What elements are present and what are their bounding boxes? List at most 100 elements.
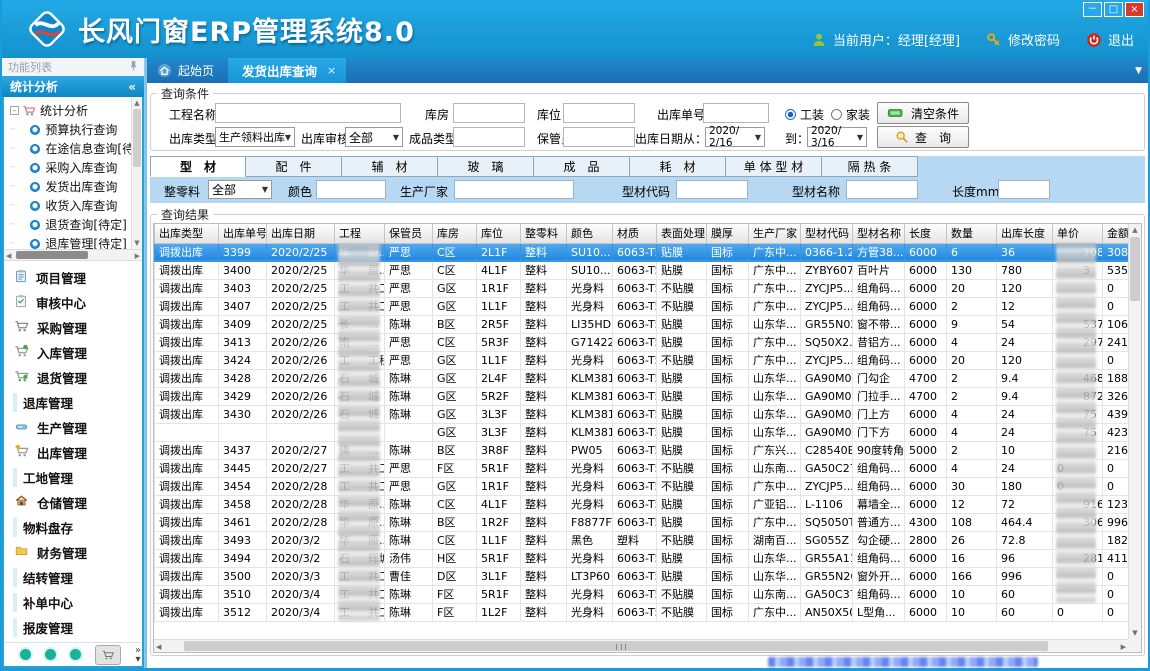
warehouse-input[interactable]	[453, 103, 525, 123]
sidebar-section-header[interactable]: 统计分析 «	[2, 76, 144, 97]
length-input[interactable]	[998, 180, 1050, 199]
tree-item[interactable]: ┈预算执行查询	[10, 120, 142, 139]
column-header[interactable]: 库位	[477, 224, 521, 243]
tab-overflow-icon[interactable]: ▼	[1135, 66, 1142, 76]
column-header[interactable]: 单价	[1053, 224, 1103, 243]
sidebar-item-报废管理[interactable]: 报废管理	[14, 617, 142, 637]
column-header[interactable]: 出库长度	[997, 224, 1053, 243]
table-row[interactable]: 调拨出库34302020/2/26石城陈琳G区3L3F整料KLM38176063…	[155, 405, 1129, 423]
column-header[interactable]: 出库日期	[267, 224, 335, 243]
tree-item[interactable]: ┈在途信息查询[待	[10, 139, 142, 158]
keeper-input[interactable]	[563, 127, 635, 147]
column-header[interactable]: 出库类型	[155, 224, 219, 243]
tab-close-icon[interactable]: ×	[327, 64, 336, 77]
whole-part-select[interactable]: 全部▼	[208, 180, 272, 199]
table-row[interactable]: 调拨出库34542020/2/28工共工程严思G区1R1F整料光身料6063-T…	[155, 477, 1129, 495]
material-tab-8[interactable]: 隔 热 条	[822, 156, 918, 177]
clear-conditions-button[interactable]: 清空条件	[877, 102, 969, 124]
table-row[interactable]: 调拨出库34242020/2/26工工程严思G区1L1F整料光身料6063-T5…	[155, 351, 1129, 369]
location-input[interactable]	[563, 103, 635, 123]
table-row[interactable]: 调拨出库34452020/2/27工共工程严思F区5R1F整料光身料6063-T…	[155, 459, 1129, 477]
close-button[interactable]: ×	[1125, 2, 1144, 17]
project-name-input[interactable]	[215, 103, 401, 123]
column-header[interactable]: 保管员	[385, 224, 433, 243]
tab-home[interactable]: 起始页	[147, 58, 228, 83]
tree-item[interactable]: ┈收货入库查询	[10, 196, 142, 215]
table-row[interactable]: G区3L3F整料KLM38176063-T5贴膜国标山东华...GA90M09.…	[155, 423, 1129, 441]
pin-icon[interactable]	[129, 60, 138, 74]
sidebar-item-审核中心[interactable]: 审核中心	[14, 293, 142, 313]
material-tab-7[interactable]: 单 体 型 材	[726, 156, 822, 177]
table-row[interactable]: 调拨出库34132020/2/26南...严思C区5R3F整料G71422606…	[155, 333, 1129, 351]
column-header[interactable]: 膜厚	[707, 224, 749, 243]
table-row[interactable]: 调拨出库34282020/2/26石城陈琳G区2L4F整料KLM38176063…	[155, 369, 1129, 387]
material-tab-2[interactable]: 配 件	[246, 156, 342, 177]
sidebar-item-项目管理[interactable]: 项目管理	[14, 268, 142, 288]
column-header[interactable]: 库房	[433, 224, 477, 243]
sidebar-item-入库管理[interactable]: 入库管理	[14, 343, 142, 363]
profile-name-input[interactable]	[846, 180, 918, 199]
search-button[interactable]: 查 询	[877, 126, 969, 148]
cart-button[interactable]	[95, 645, 121, 665]
table-row[interactable]: 调拨出库34092020/2/25长...陈琳B区2R5F整料LI35HD606…	[155, 315, 1129, 333]
sidebar-item-补单中心[interactable]: 补单中心	[14, 592, 142, 612]
sidebar-item-财务管理[interactable]: 财务管理	[14, 542, 142, 562]
table-row[interactable]: 调拨出库34072020/2/25工共工程严思G区1L1F整料光身料6063-T…	[155, 297, 1129, 315]
out-no-input[interactable]	[703, 103, 769, 123]
profile-code-input[interactable]	[676, 180, 748, 199]
menu-overflow-button[interactable]: »▾	[135, 646, 141, 664]
column-header[interactable]: 长度	[905, 224, 947, 243]
table-row[interactable]: 调拨出库34032020/2/25工共工程严思G区1R1F整料光身料6063-T…	[155, 279, 1129, 297]
sidebar-item-仓储管理[interactable]: 仓储管理	[14, 492, 142, 512]
column-header[interactable]: 整零料	[521, 224, 567, 243]
sidebar-item-物料盘存[interactable]: 物料盘存	[14, 517, 142, 537]
sidebar-item-生产管理[interactable]: 生产管理	[14, 418, 142, 438]
sidebar-item-工地管理[interactable]: 工地管理	[14, 467, 142, 487]
sidebar-item-出库管理[interactable]: 出库管理	[14, 443, 142, 463]
sidebar-item-退货管理[interactable]: 退货管理	[14, 368, 142, 388]
table-row[interactable]: 调拨出库34932020/3/2华原...陈琳C区1L1F整料黑色塑料不贴膜国标…	[155, 531, 1129, 549]
table-row[interactable]: 调拨出库34612020/2/28华原...陈琳B区1R2F整料F8877FT6…	[155, 513, 1129, 531]
tree-item[interactable]: ┈退库管理[待定]	[10, 234, 142, 249]
table-row[interactable]: 调拨出库35002020/3/3工共工程曹佳D区3L1F整料LT3P606063…	[155, 567, 1129, 585]
out-type-select[interactable]: 生产领料出库▼	[215, 127, 295, 147]
material-tab-6[interactable]: 耗 材	[630, 156, 726, 177]
material-tab-5[interactable]: 成 品	[534, 156, 630, 177]
table-row[interactable]: 调拨出库34002020/2/25华原...严思C区4L1F整料SU10...6…	[155, 261, 1129, 279]
audit-select[interactable]: 全部▼	[345, 127, 403, 147]
material-tab-4[interactable]: 玻 璃	[438, 156, 534, 177]
column-header[interactable]: 金额	[1103, 224, 1129, 243]
table-row[interactable]: 调拨出库35102020/3/4工共工程陈琳F区5R1F整料光身料6063-T5…	[155, 585, 1129, 603]
table-row[interactable]: 调拨出库33992020/2/25华原...严思C区2L1F整料SU10...6…	[155, 243, 1129, 261]
column-header[interactable]: 型材代码	[801, 224, 853, 243]
date-from-picker[interactable]: 2020/ 2/16▼	[705, 127, 765, 147]
column-header[interactable]: 数量	[947, 224, 997, 243]
table-row[interactable]: 调拨出库34292020/2/26石城陈琳G区5R2F整料KLM38176063…	[155, 387, 1129, 405]
sidebar-item-退库管理[interactable]: 退库管理	[14, 393, 142, 413]
column-header[interactable]: 颜色	[567, 224, 613, 243]
collapse-icon[interactable]: «	[128, 80, 136, 94]
product-type-input[interactable]	[453, 127, 525, 147]
minimize-button[interactable]: －	[1083, 2, 1102, 17]
green-dot-icon[interactable]	[45, 649, 56, 660]
tree-item[interactable]: ┈退货查询[待定]	[10, 215, 142, 234]
column-header[interactable]: 工程	[335, 224, 385, 243]
column-header[interactable]: 出库单号	[219, 224, 267, 243]
change-password-link[interactable]: 修改密码	[1008, 30, 1060, 49]
color-input[interactable]	[316, 180, 386, 199]
column-header[interactable]: 材质	[613, 224, 657, 243]
sidebar-item-采购管理[interactable]: 采购管理	[14, 318, 142, 338]
date-to-picker[interactable]: 2020/ 3/16▼	[807, 127, 867, 147]
tree-horizontal-scrollbar[interactable]: ◀▶	[4, 249, 142, 261]
sidebar-item-结转管理[interactable]: 结转管理	[14, 567, 142, 587]
column-header[interactable]: 生产厂家	[749, 224, 801, 243]
maximize-button[interactable]: □	[1104, 2, 1123, 17]
table-row[interactable]: 调拨出库34942020/3/2石辉城汤伟H区5R1F整料光身料6063-T5贴…	[155, 549, 1129, 567]
table-row[interactable]: 调拨出库35122020/3/4工共工程陈琳F区1L2F整料光身料6063-T5…	[155, 603, 1129, 621]
tree-root[interactable]: - 统计分析	[10, 101, 142, 120]
radio-home-wear[interactable]: 家装	[831, 106, 870, 123]
table-row[interactable]: 调拨出库34582020/2/28华原...陈琳C区4L1F整料光身料6063-…	[155, 495, 1129, 513]
green-dot-icon[interactable]	[70, 649, 81, 660]
green-dot-icon[interactable]	[20, 649, 31, 660]
tree-vertical-scrollbar[interactable]: ▲ ▼	[131, 97, 142, 249]
